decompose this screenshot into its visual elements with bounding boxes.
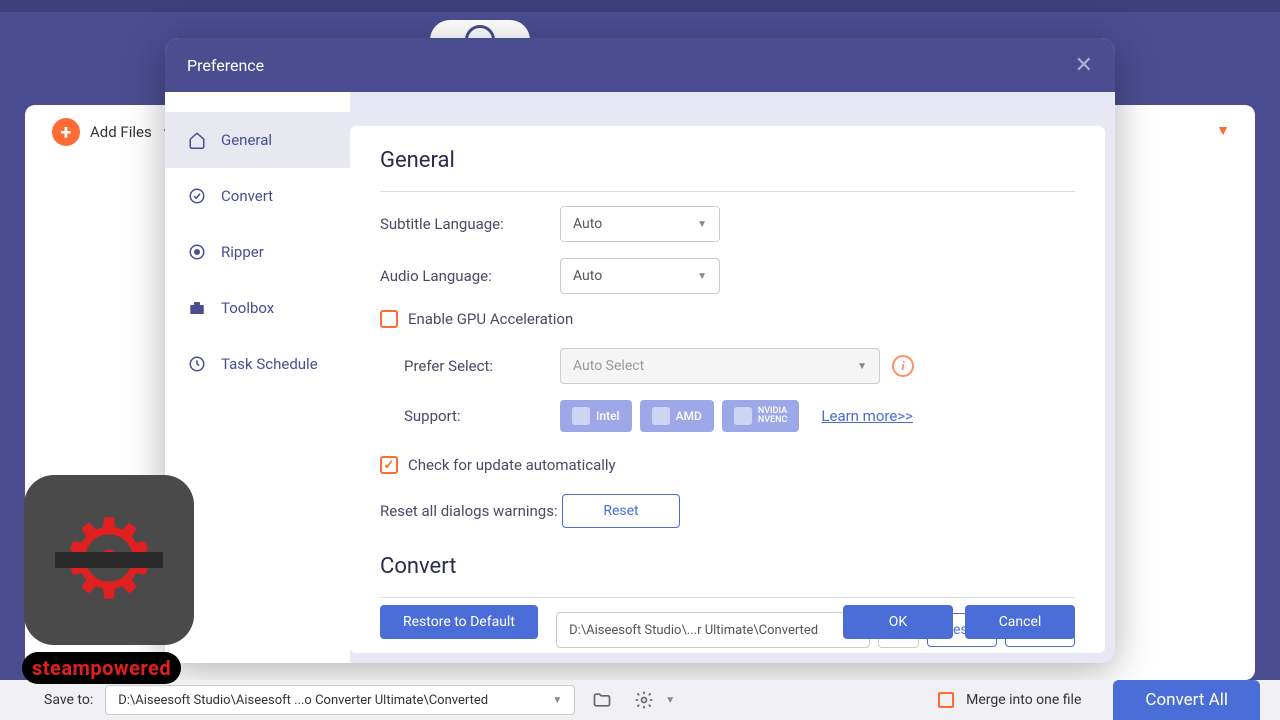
support-label: Support: (380, 407, 560, 425)
subtitle-language-label: Subtitle Language: (380, 215, 560, 233)
save-to-path-select[interactable]: D:\Aiseesoft Studio\Aiseesoft ...o Conve… (105, 685, 575, 715)
learn-more-link[interactable]: Learn more>> (821, 407, 913, 425)
divider (380, 191, 1075, 192)
settings-icon[interactable] (629, 685, 659, 715)
merge-checkbox[interactable] (938, 692, 954, 708)
cancel-button[interactable]: Cancel (965, 605, 1075, 639)
prefer-select-label: Prefer Select: (380, 357, 560, 375)
audio-language-select[interactable]: Auto ▼ (560, 258, 720, 294)
open-folder-icon[interactable] (587, 685, 617, 715)
schedule-icon (187, 354, 207, 374)
home-icon (187, 130, 207, 150)
sidebar-item-toolbox[interactable]: Toolbox (165, 280, 350, 336)
modal-title: Preference (187, 56, 264, 75)
ripper-icon (187, 242, 207, 262)
auto-update-label: Check for update automatically (408, 456, 616, 474)
add-files-button[interactable]: + Add Files ▼ (40, 112, 184, 152)
close-icon[interactable]: ✕ (1075, 53, 1093, 78)
preferences-content: General Subtitle Language: Auto ▼ Audio … (350, 126, 1105, 653)
prefer-select-dropdown[interactable]: Auto Select ▼ (560, 348, 880, 384)
bottom-bar: Save to: D:\Aiseesoft Studio\Aiseesoft .… (0, 680, 1280, 720)
chevron-down-icon: ▼ (552, 695, 562, 706)
section-heading-general: General (380, 148, 1075, 173)
chevron-down-icon: ▼ (697, 219, 707, 230)
reset-dialogs-button[interactable]: Reset (562, 494, 680, 528)
sidebar-item-convert[interactable]: Convert (165, 168, 350, 224)
section-heading-convert: Convert (380, 554, 1075, 579)
amd-chip: AMD (640, 400, 714, 432)
audio-language-label: Audio Language: (380, 267, 560, 285)
chevron-down-icon: ▼ (857, 361, 867, 372)
nvidia-chip: NVIDIANVENC (722, 400, 800, 432)
subtitle-language-select[interactable]: Auto ▼ (560, 206, 720, 242)
sidebar-item-task-schedule[interactable]: Task Schedule (165, 336, 350, 392)
sidebar-item-ripper[interactable]: Ripper (165, 224, 350, 280)
restore-default-button[interactable]: Restore to Default (380, 605, 538, 639)
gpu-acceleration-label: Enable GPU Acceleration (408, 310, 573, 328)
gpu-acceleration-checkbox[interactable] (380, 310, 398, 328)
format-dropdown-caret[interactable]: ▼ (1216, 122, 1230, 139)
sidebar-item-general[interactable]: General (165, 112, 350, 168)
reset-dialogs-label: Reset all dialogs warnings: (380, 502, 562, 520)
chevron-down-icon[interactable]: ▼ (665, 695, 675, 706)
info-icon[interactable]: i (892, 355, 914, 377)
sidebar-label: General (221, 131, 272, 149)
preferences-sidebar: General Convert Ripper Toolbox Task Sche… (165, 92, 350, 663)
chevron-down-icon: ▼ (697, 271, 707, 282)
save-to-label: Save to: (44, 692, 93, 708)
toolbox-icon (187, 298, 207, 318)
merge-label: Merge into one file (966, 692, 1081, 708)
add-files-label: Add Files (90, 123, 152, 141)
preferences-modal: Preference ✕ General Convert Ripper To (165, 38, 1115, 663)
plus-icon: + (52, 118, 80, 146)
sidebar-label: Task Schedule (221, 355, 318, 373)
sidebar-label: Ripper (221, 243, 264, 261)
intel-chip: Intel (560, 400, 632, 432)
auto-update-checkbox[interactable] (380, 456, 398, 474)
ok-button[interactable]: OK (843, 605, 953, 639)
sidebar-label: Convert (221, 187, 273, 205)
convert-all-button[interactable]: Convert All (1113, 680, 1260, 720)
sidebar-label: Toolbox (221, 299, 274, 317)
modal-header: Preference ✕ (165, 38, 1115, 92)
app-title-bar (0, 0, 1280, 12)
convert-icon (187, 186, 207, 206)
